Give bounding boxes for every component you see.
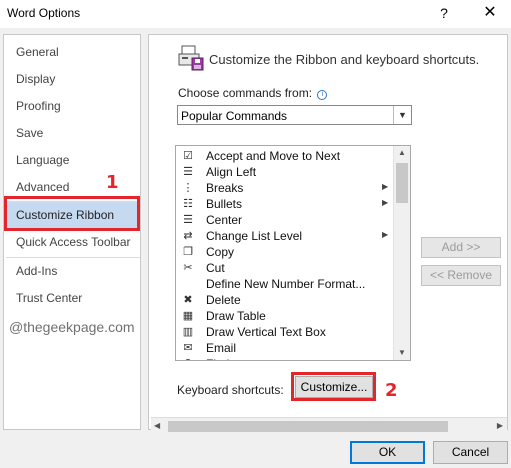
vertical-textbox-icon: ▥ [182,326,194,338]
list-item[interactable]: ⋮ Breaks ▶ [176,180,394,196]
sidebar-item-add-ins[interactable]: Add-Ins [4,258,140,284]
choose-commands-dropdown[interactable]: Popular Commands ▼ [177,105,412,125]
email-icon: ✉ [183,342,193,354]
copy-icon: ❐ [183,246,193,258]
list-item[interactable]: ▥ Draw Vertical Text Box [176,324,394,340]
scroll-left-icon[interactable]: ◀ [154,421,160,430]
watermark: @thegeekpage.com [9,319,135,335]
list-item[interactable]: ❐ Copy [176,244,394,260]
center-icon: ☰ [183,214,193,226]
commands-listbox[interactable]: ⚲ Find ✉ Email ▥ Draw Vertical Text Box ▦ Draw … [175,145,411,361]
annotation-step-2: 2 [385,380,398,401]
annotation-highlight-customize-button [291,372,376,401]
scroll-down-icon[interactable]: ▼ [398,348,406,357]
sidebar-item-display[interactable]: Display [4,66,140,92]
add-button[interactable]: Add >> [421,237,501,258]
list-item-label: Breaks [206,181,244,195]
help-button[interactable]: ? [433,3,455,23]
delete-icon: ✖ [183,294,193,306]
draw-table-icon: ▦ [182,310,194,322]
list-item[interactable]: ▦ Draw Table [176,308,394,324]
list-item-label: Define New Number Format... [206,277,366,291]
sidebar-item-trust-center[interactable]: Trust Center [4,285,140,311]
choose-commands-label-text: Choose commands from: [178,86,313,100]
commands-scrollbar[interactable]: ▲ ▼ [393,146,410,360]
list-item-label: Delete [206,293,241,307]
find-icon: ⚲ [180,357,196,360]
sidebar-item-language[interactable]: Language [4,147,140,173]
sidebar-item-save[interactable]: Save [4,120,140,146]
ok-button[interactable]: OK [350,441,425,464]
list-item-label: Cut [206,261,225,275]
list-item-label: Draw Table [206,309,266,323]
scrollbar-thumb[interactable] [168,421,448,432]
list-item-label: Draw Vertical Text Box [206,325,326,339]
cancel-button[interactable]: Cancel [433,441,508,464]
chevron-down-icon[interactable]: ▼ [393,106,411,124]
list-item[interactable]: Define New Number Format... [176,276,394,292]
keyboard-shortcuts-label: Keyboard shortcuts: [177,383,284,397]
cut-icon: ✂ [183,262,193,274]
options-sidebar: General Display Proofing Save Language A… [3,34,141,430]
close-button[interactable]: ✕ [478,3,502,23]
list-item-label: Change List Level [206,229,303,243]
sidebar-item-quick-access-toolbar[interactable]: Quick Access Toolbar [4,229,140,255]
list-item-label: Find [206,357,229,360]
submenu-arrow-icon: ▶ [382,182,389,191]
info-icon[interactable]: i [317,90,328,100]
accept-icon: ☑ [183,150,193,162]
list-item[interactable]: ✖ Delete [176,292,394,308]
list-item-label: Bullets [206,197,243,211]
submenu-arrow-icon: ▶ [382,198,389,207]
list-level-icon: ⇄ [183,230,193,242]
scroll-right-icon[interactable]: ▶ [497,421,503,430]
annotation-step-1: 1 [106,172,119,193]
submenu-arrow-icon: ▶ [382,230,389,239]
annotation-highlight-customize-ribbon [4,196,140,231]
list-item[interactable]: ⚲ Find [176,356,394,360]
bullets-icon: ☷ [183,198,193,210]
list-item-label: Copy [206,245,235,259]
scrollbar-thumb[interactable] [396,163,408,203]
list-item[interactable]: ✉ Email [176,340,394,356]
list-item[interactable]: ⇄ Change List Level ▶ [176,228,394,244]
sidebar-item-general[interactable]: General [4,39,140,65]
list-item-label: Email [206,341,237,355]
customize-ribbon-panel: Customize the Ribbon and keyboard shortc… [148,34,508,430]
list-item[interactable]: ☷ Bullets ▶ [176,196,394,212]
sidebar-item-proofing[interactable]: Proofing [4,93,140,119]
list-item[interactable]: ☑ Accept and Move to Next [176,148,394,164]
choose-commands-value: Popular Commands [181,109,288,123]
panel-horizontal-scrollbar[interactable]: ◀ ▶ [151,417,507,434]
panel-heading: Customize the Ribbon and keyboard shortc… [209,52,480,67]
list-item-label: Center [206,213,243,227]
list-item[interactable]: ☰ Align Left [176,164,394,180]
customize-ribbon-icon [177,45,205,71]
breaks-icon: ⋮ [182,182,194,194]
align-left-icon: ☰ [183,166,193,178]
scroll-up-icon[interactable]: ▲ [398,148,406,157]
remove-button[interactable]: << Remove [421,265,501,286]
list-item[interactable]: ☰ Center [176,212,394,228]
window-title: Word Options [7,6,81,20]
list-item-label: Accept and Move to Next [206,149,341,163]
list-item-label: Align Left [206,165,257,179]
list-item[interactable]: ✂ Cut [176,260,394,276]
choose-commands-label: Choose commands from: i [178,86,328,100]
title-bar: Word Options ? ✕ [0,0,511,28]
